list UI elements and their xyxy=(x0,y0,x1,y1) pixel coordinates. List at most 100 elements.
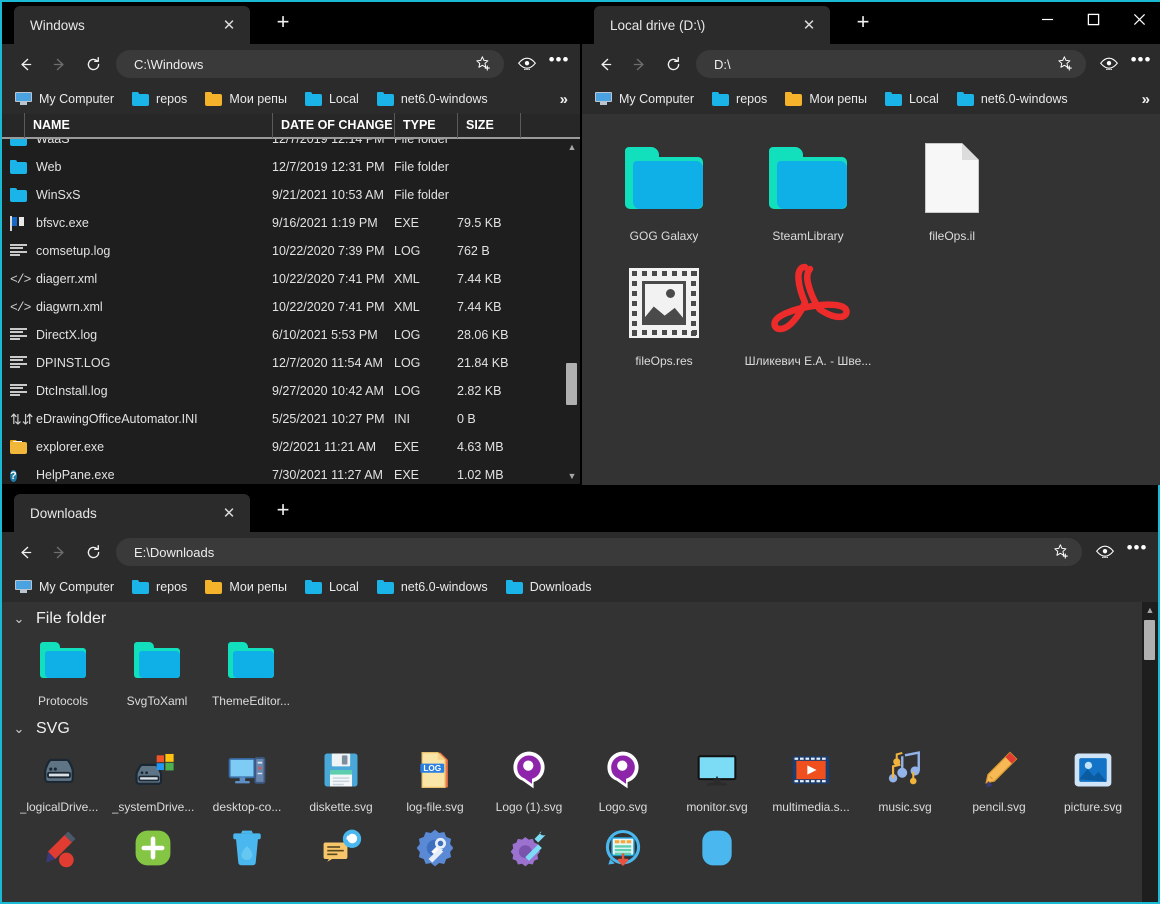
grid-item[interactable]: ThemeEditor... xyxy=(204,630,298,712)
grid-item[interactable]: SteamLibrary xyxy=(736,128,880,253)
address-bar-w1[interactable]: C:\Windows xyxy=(116,50,504,78)
scroll-up-icon[interactable]: ▲ xyxy=(564,139,580,155)
quick-access-item-my-computer[interactable]: My Computer xyxy=(6,86,123,112)
column-header-date[interactable]: DATE OF CHANGE xyxy=(272,113,394,138)
new-tab-button[interactable]: + xyxy=(270,498,296,524)
new-tab-button[interactable]: + xyxy=(270,10,296,36)
file-list-w1[interactable]: WaaS 12/7/2019 12:14 PM File folder Web 12/7… xyxy=(2,139,580,484)
add-favorite-star-icon[interactable] xyxy=(472,52,496,76)
table-row[interactable]: WinSxS 9/21/2021 10:53 AM File folder xyxy=(2,181,564,209)
quick-access-item-moi-repy[interactable]: Мои репы xyxy=(196,574,296,600)
more-options-icon[interactable]: ••• xyxy=(1126,49,1156,79)
grid-item[interactable]: _systemDrive... xyxy=(106,740,200,818)
column-header-extra[interactable] xyxy=(520,113,580,138)
minimize-icon[interactable] xyxy=(1024,2,1070,36)
forward-arrow-icon[interactable] xyxy=(42,537,76,567)
tab-downloads[interactable]: Downloads ✕ xyxy=(14,494,250,532)
grid-item[interactable] xyxy=(576,818,670,882)
vertical-scrollbar-w1[interactable]: ▲ ▼ xyxy=(564,139,580,484)
address-bar-w2[interactable]: D:\ xyxy=(696,50,1086,78)
grid-item[interactable] xyxy=(106,818,200,882)
table-row[interactable]: </> diagwrn.xml 10/22/2020 7:41 PM XML 7.44 … xyxy=(2,293,564,321)
table-row[interactable]: explorer.exe 9/2/2021 11:21 AM EXE 4.63 MB xyxy=(2,433,564,461)
more-options-icon[interactable]: ••• xyxy=(1122,537,1152,567)
maximize-icon[interactable] xyxy=(1070,2,1116,36)
quick-access-item-repos[interactable]: repos xyxy=(703,86,776,112)
back-arrow-icon[interactable] xyxy=(8,537,42,567)
quick-access-item-local[interactable]: Local xyxy=(296,86,368,112)
quick-access-item-repos[interactable]: repos xyxy=(123,86,196,112)
tab-windows[interactable]: Windows ✕ xyxy=(14,6,250,44)
refresh-icon[interactable] xyxy=(76,537,110,567)
grid-item[interactable]: SvgToXaml xyxy=(110,630,204,712)
grid-item[interactable] xyxy=(670,818,764,882)
grouped-icon-view-w3[interactable]: ⌄ File folder Protocols SvgToXaml ThemeEdito… xyxy=(2,602,1158,902)
grid-item[interactable]: GOG Galaxy xyxy=(592,128,736,253)
grid-item[interactable]: _logicalDrive... xyxy=(12,740,106,818)
quick-access-item-local[interactable]: Local xyxy=(296,574,368,600)
add-favorite-star-icon[interactable] xyxy=(1054,52,1078,76)
grid-item[interactable]: monitor.svg xyxy=(670,740,764,818)
grid-item[interactable]: Logo (1).svg xyxy=(482,740,576,818)
grid-item[interactable]: picture.svg xyxy=(1046,740,1140,818)
quick-access-item-local[interactable]: Local xyxy=(876,86,948,112)
forward-arrow-icon[interactable] xyxy=(42,49,76,79)
new-tab-button[interactable]: + xyxy=(850,10,876,36)
scroll-up-icon[interactable]: ▲ xyxy=(1142,602,1158,618)
table-row[interactable]: DirectX.log 6/10/2021 5:53 PM LOG 28.06 KB xyxy=(2,321,564,349)
grid-item[interactable] xyxy=(12,818,106,882)
quick-access-item-moi-repy[interactable]: Мои репы xyxy=(776,86,876,112)
grid-item[interactable]: multimedia.s... xyxy=(764,740,858,818)
table-row[interactable]: </> diagerr.xml 10/22/2020 7:41 PM XML 7.44 … xyxy=(2,265,564,293)
vertical-scrollbar-w3[interactable]: ▲ ▼ xyxy=(1142,602,1158,902)
grid-item[interactable] xyxy=(482,818,576,882)
close-icon[interactable]: ✕ xyxy=(218,506,240,521)
grid-item[interactable]: pencil.svg xyxy=(952,740,1046,818)
quick-access-item-repos[interactable]: repos xyxy=(123,574,196,600)
scrollbar-thumb[interactable] xyxy=(566,363,577,405)
address-input[interactable]: E:\Downloads xyxy=(134,545,1050,560)
icon-grid-w2[interactable]: GOG Galaxy SteamLibrary fileOps.il fileOps.… xyxy=(582,114,1160,485)
column-header-size[interactable]: SIZE xyxy=(457,113,520,138)
quick-access-item-my-computer[interactable]: My Computer xyxy=(6,574,123,600)
grid-item[interactable]: desktop-co... xyxy=(200,740,294,818)
address-input[interactable]: D:\ xyxy=(714,57,1054,72)
overflow-chevron-icon[interactable]: » xyxy=(552,91,576,108)
refresh-icon[interactable] xyxy=(656,49,690,79)
grid-item[interactable]: fileOps.res xyxy=(592,253,736,378)
close-icon[interactable]: ✕ xyxy=(798,18,820,33)
quick-access-item-my-computer[interactable]: My Computer xyxy=(586,86,703,112)
table-row[interactable]: DtcInstall.log 9/27/2020 10:42 AM LOG 2.82 … xyxy=(2,377,564,405)
back-arrow-icon[interactable] xyxy=(588,49,622,79)
eye-icon[interactable] xyxy=(510,49,544,79)
close-icon[interactable] xyxy=(1116,2,1160,36)
refresh-icon[interactable] xyxy=(76,49,110,79)
address-input[interactable]: C:\Windows xyxy=(134,57,472,72)
scrollbar-thumb[interactable] xyxy=(1144,620,1155,660)
grid-item[interactable]: music.svg xyxy=(858,740,952,818)
grid-item[interactable] xyxy=(200,818,294,882)
eye-icon[interactable] xyxy=(1092,49,1126,79)
table-row[interactable]: comsetup.log 10/22/2020 7:39 PM LOG 762 B xyxy=(2,237,564,265)
address-bar-w3[interactable]: E:\Downloads xyxy=(116,538,1082,566)
chevron-down-icon[interactable]: ⌄ xyxy=(12,721,26,737)
column-header-type[interactable]: TYPE xyxy=(394,113,457,138)
grid-item[interactable]: diskette.svg xyxy=(294,740,388,818)
table-row[interactable]: WaaS 12/7/2019 12:14 PM File folder xyxy=(2,139,564,153)
forward-arrow-icon[interactable] xyxy=(622,49,656,79)
overflow-chevron-icon[interactable]: » xyxy=(1134,91,1158,108)
quick-access-item-net60-windows[interactable]: net6.0-windows xyxy=(368,86,497,112)
group-header[interactable]: ⌄ File folder xyxy=(2,602,1140,630)
add-favorite-star-icon[interactable] xyxy=(1050,540,1074,564)
more-options-icon[interactable]: ••• xyxy=(544,49,574,79)
scroll-down-icon[interactable]: ▼ xyxy=(564,468,580,484)
group-header[interactable]: ⌄ SVG xyxy=(2,712,1140,740)
grid-item[interactable]: Шликевич Е.А. - Шве... xyxy=(736,253,880,378)
column-header-name[interactable]: NAME xyxy=(24,113,272,138)
quick-access-item-moi-repy[interactable]: Мои репы xyxy=(196,86,296,112)
table-row[interactable]: bfsvc.exe 9/16/2021 1:19 PM EXE 79.5 KB xyxy=(2,209,564,237)
back-arrow-icon[interactable] xyxy=(8,49,42,79)
grid-item[interactable] xyxy=(388,818,482,882)
tab-local-drive-d[interactable]: Local drive (D:\) ✕ xyxy=(594,6,830,44)
quick-access-item-net60-windows[interactable]: net6.0-windows xyxy=(368,574,497,600)
